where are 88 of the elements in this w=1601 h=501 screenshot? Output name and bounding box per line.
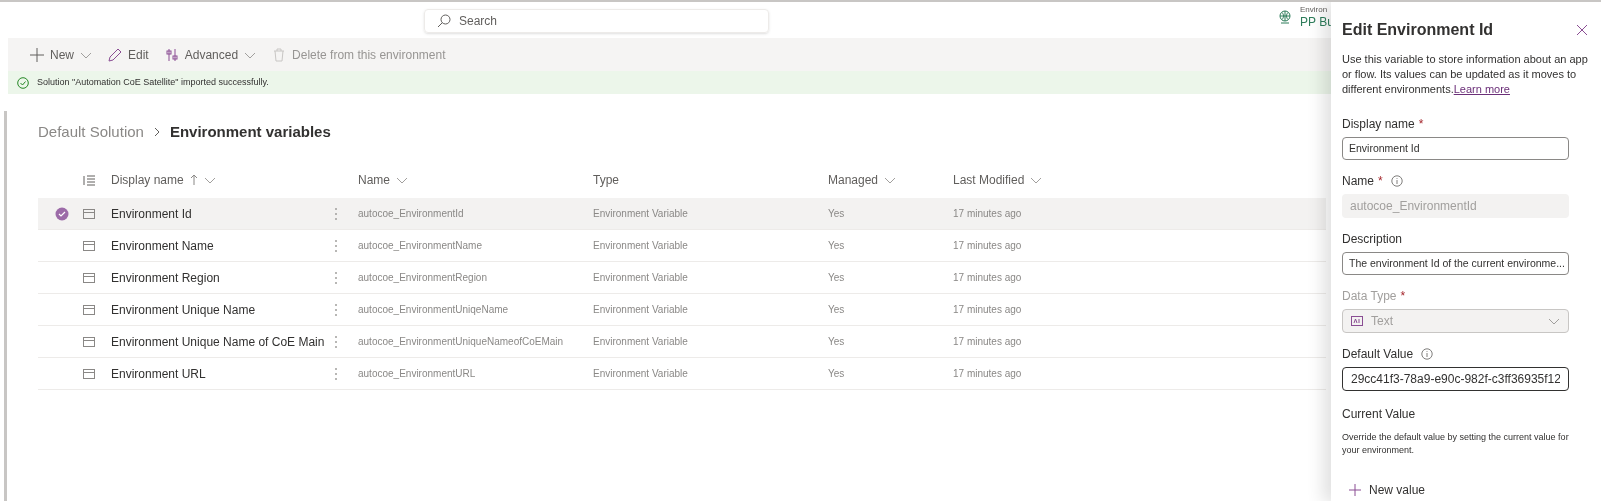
table-icon xyxy=(83,304,95,315)
table-cell-text: 17 minutes ago xyxy=(953,239,1023,253)
table-cell-text: Environment Unique Name xyxy=(111,301,257,319)
check-circle-icon xyxy=(17,76,29,89)
field-label: Data Type xyxy=(1342,288,1397,305)
column-header[interactable]: Type xyxy=(593,171,619,189)
field-label: Display name xyxy=(1342,116,1415,133)
column-header[interactable]: Last Modified xyxy=(953,171,1043,189)
table-cell-text: Environment Unique Name of CoE Main xyxy=(111,333,326,351)
checkmark-circle-icon[interactable] xyxy=(55,206,69,221)
table-cell-text: 17 minutes ago xyxy=(953,271,1023,285)
table-cell-text: Environment Name xyxy=(111,237,215,255)
table-cell-text: autocoe_EnvironmentUniqeName xyxy=(358,303,510,317)
search-field[interactable]: Search xyxy=(424,9,769,33)
table-cell-text: Environment Region xyxy=(111,269,221,287)
column-header[interactable]: Display name xyxy=(111,171,216,189)
table-cell-text: Environment URL xyxy=(111,365,207,383)
table-cell-text: autocoe_EnvironmentId xyxy=(358,207,465,221)
command-button[interactable]: Advanced xyxy=(164,45,257,64)
more-icon[interactable] xyxy=(334,302,338,317)
table-cell-text: Environment Variable xyxy=(593,239,689,253)
table-cell-text: 17 minutes ago xyxy=(953,207,1023,221)
table-icon xyxy=(83,240,95,251)
environment-label: Environ xyxy=(1300,6,1329,14)
plus-icon xyxy=(30,47,44,62)
section-heading: Current Value xyxy=(1342,406,1417,423)
required-mark: * xyxy=(1400,288,1406,305)
globe-icon xyxy=(1278,10,1292,24)
text-field[interactable]: Environment Id xyxy=(1342,137,1569,160)
table-icon xyxy=(83,368,95,379)
field-label: Name xyxy=(1342,173,1374,190)
table-cell-text: Yes xyxy=(828,239,846,253)
sliders-icon xyxy=(164,47,179,62)
list-icon[interactable] xyxy=(83,174,95,186)
command-button[interactable]: Edit xyxy=(108,45,149,64)
table-cell-text: autocoe_EnvironmentRegion xyxy=(358,271,488,285)
table-icon xyxy=(83,272,95,283)
table-cell-text: Environment Variable xyxy=(593,367,689,381)
more-icon[interactable] xyxy=(334,366,338,381)
table-cell-text: 17 minutes ago xyxy=(953,335,1023,349)
panel-description: Use this variable to store information about an app or flow. Its values can be updated as it moves to different environments.Learn more xyxy=(1342,52,1589,97)
table-cell-text: Environment Variable xyxy=(593,207,689,221)
table-cell-text: Environment Id xyxy=(111,205,193,223)
table-cell-text: autocoe_EnvironmentUniqueNameofCoEMain xyxy=(358,335,565,349)
sort-up-icon xyxy=(189,174,198,186)
table-cell-text: Yes xyxy=(828,335,846,349)
breadcrumb-item[interactable]: Default Solution xyxy=(38,120,144,144)
banner-message: Solution "Automation CoE Satellite" imported successfully. xyxy=(37,75,269,89)
table-cell-text: Environment Variable xyxy=(593,271,689,285)
field-label: Description xyxy=(1342,231,1403,248)
table-cell-text: Yes xyxy=(828,271,846,285)
required-mark: * xyxy=(1418,116,1424,133)
field-label: Default Value xyxy=(1342,346,1414,363)
breadcrumb-item: Environment variables xyxy=(169,121,331,142)
table-cell-text: Environment Variable xyxy=(593,303,689,317)
table-cell-text: Yes xyxy=(828,207,846,221)
table-icon xyxy=(83,208,95,219)
table-cell-text: autocoe_EnvironmentURL xyxy=(358,367,477,381)
column-header[interactable]: Managed xyxy=(828,171,897,189)
text-field[interactable]: The environment Id of the current environme... xyxy=(1342,252,1569,275)
table-row[interactable]: Environment Id autocoe_EnvironmentId Environment Variable Yes 17 minutes ago xyxy=(38,198,1326,230)
trash-icon xyxy=(272,47,287,62)
learn-more-link[interactable]: Learn more xyxy=(1453,83,1510,95)
panel-title: Edit Environment Id xyxy=(1342,20,1494,40)
pencil-icon xyxy=(108,47,122,62)
table-icon xyxy=(83,336,95,347)
table-cell-text: autocoe_EnvironmentName xyxy=(358,239,483,253)
info-icon xyxy=(1390,175,1403,187)
info-icon xyxy=(1421,348,1434,360)
table-cell-text: Yes xyxy=(828,367,846,381)
table-cell-text: Yes xyxy=(828,303,846,317)
text-type-icon xyxy=(1351,316,1363,326)
text-field[interactable]: 29cc41f3-78a9-e90c-982f-c3ff36935f12 xyxy=(1342,367,1569,391)
more-icon[interactable] xyxy=(334,238,338,253)
column-header[interactable]: Name xyxy=(358,171,408,189)
plus-icon xyxy=(1349,484,1361,496)
help-text: Override the default value by setting the current value for your environment. xyxy=(1342,431,1569,457)
table-cell-text: Environment Variable xyxy=(593,335,689,349)
table-cell-text: 17 minutes ago xyxy=(953,367,1023,381)
search-icon xyxy=(437,14,451,28)
required-mark: * xyxy=(1378,173,1383,190)
command-button[interactable]: New xyxy=(30,45,92,64)
new-value-button[interactable]: New value xyxy=(1349,481,1569,499)
more-icon[interactable] xyxy=(334,334,338,349)
table-cell-text: 17 minutes ago xyxy=(953,303,1023,317)
more-icon[interactable] xyxy=(334,206,338,221)
more-icon[interactable] xyxy=(334,270,338,285)
close-icon[interactable] xyxy=(1576,24,1588,36)
